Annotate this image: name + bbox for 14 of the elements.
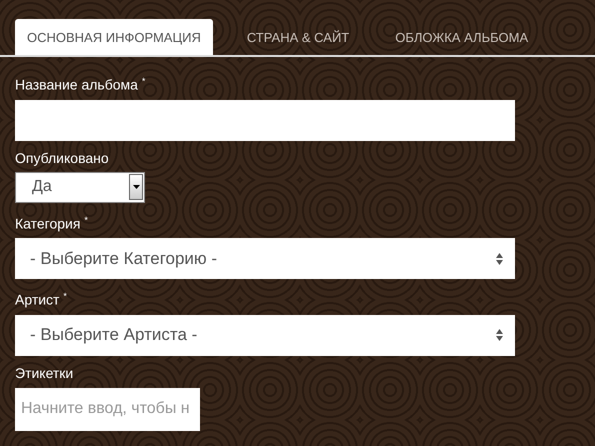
sort-arrows-icon: [496, 252, 503, 265]
tab[interactable]: ОСНОВНАЯ ИНФОРМАЦИЯ: [15, 19, 213, 55]
select-field[interactable]: - Выберите Артиста -: [15, 314, 515, 356]
field-label: Этикетки: [15, 364, 74, 381]
tab[interactable]: ОБЛОЖКА АЛЬБОМА: [383, 19, 540, 55]
dropdown[interactable]: Да: [15, 172, 145, 203]
tab[interactable]: СТРАНА & САЙТ: [234, 19, 362, 55]
input-field[interactable]: [15, 100, 515, 141]
field-label: Опубликовано: [15, 150, 110, 166]
select-field[interactable]: - Выберите Категорию -: [15, 238, 515, 280]
sort-arrows-icon: [496, 329, 503, 342]
field-label: Артист $^{*}$: [15, 290, 68, 308]
field-label: Категория $^{*}$: [15, 214, 89, 232]
field-label: Название альбома $^{*}$: [15, 75, 146, 93]
